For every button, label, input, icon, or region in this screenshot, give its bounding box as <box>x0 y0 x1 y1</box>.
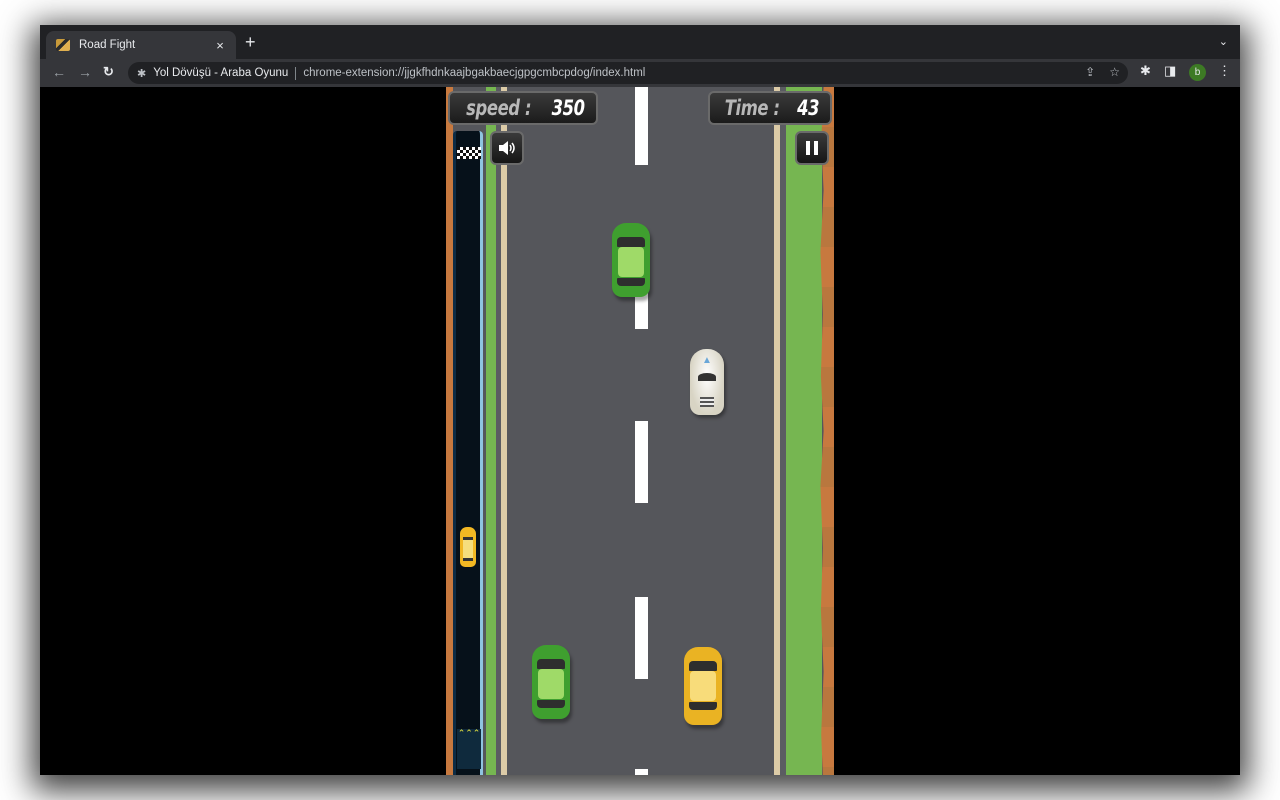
rear-window <box>537 700 565 708</box>
reload-icon[interactable]: ↻ <box>103 63 114 81</box>
car-roof <box>690 671 716 701</box>
lane-dash <box>635 87 648 165</box>
tab-strip: Road Fight × + ⌄ <box>40 25 1240 59</box>
tab-road-fight[interactable]: Road Fight × <box>46 31 236 59</box>
tab-search-chevron-icon[interactable]: ⌄ <box>1219 35 1228 48</box>
lane-dash <box>635 597 648 679</box>
tab-title: Road Fight <box>79 39 136 51</box>
browser-window: Road Fight × + ⌄ ← → ↻ ✱ Yol Dövüşü - Ar… <box>40 25 1240 775</box>
windshield <box>689 661 717 671</box>
new-tab-button[interactable]: + <box>245 33 256 51</box>
browser-toolbar: ← → ↻ ✱ Yol Dövüşü - Araba Oyunu chrome-… <box>40 59 1240 87</box>
url-text[interactable]: chrome-extension://jjgkfhdnkaajbgakbaecj… <box>303 67 645 79</box>
speed-display: speed : 350 <box>448 91 598 125</box>
rear-window <box>617 278 645 286</box>
enemy-car-green <box>532 645 570 719</box>
pause-icon <box>806 141 818 155</box>
side-panel-icon[interactable]: ◨ <box>1164 63 1176 79</box>
start-chevrons-icon: ⌃⌃⌃ <box>457 729 481 769</box>
profile-avatar[interactable]: b <box>1189 64 1206 81</box>
windshield <box>617 237 645 247</box>
minimap-player-marker <box>460 527 476 567</box>
rear-window <box>689 702 717 710</box>
time-display: Time : 43 <box>708 91 832 125</box>
extension-puzzle-icon: ✱ <box>137 67 147 80</box>
player-grille <box>700 397 714 407</box>
progress-minimap: ⌃⌃⌃ <box>453 131 483 775</box>
sound-toggle-button[interactable] <box>490 131 524 165</box>
car-roof <box>618 247 644 277</box>
time-label: Time : <box>725 96 780 120</box>
extensions-puzzle-icon[interactable]: ✱ <box>1140 63 1151 79</box>
lane-dash <box>635 421 648 503</box>
lane-dash <box>635 769 648 775</box>
browser-menu-icon[interactable]: ⋮ <box>1218 63 1231 79</box>
forward-arrow-icon[interactable]: → <box>78 63 92 81</box>
speed-label: speed : <box>465 96 531 120</box>
speed-value: 350 <box>551 96 585 120</box>
address-bar[interactable]: ✱ Yol Dövüşü - Araba Oyunu chrome-extens… <box>128 62 1128 84</box>
player-cockpit <box>698 373 716 381</box>
page-content: ⌃⌃⌃ ▲ speed : 350 Time : 43 <box>40 87 1240 775</box>
tab-close-icon[interactable]: × <box>212 38 228 53</box>
enemy-car-green <box>612 223 650 297</box>
player-emblem-icon: ▲ <box>702 355 712 366</box>
right-grass <box>786 87 822 775</box>
finish-flag-icon <box>457 147 481 159</box>
time-value: 43 <box>797 96 820 120</box>
back-arrow-icon[interactable]: ← <box>52 63 66 81</box>
enemy-car-yellow <box>684 647 722 725</box>
left-grass <box>486 87 496 775</box>
windshield <box>537 659 565 669</box>
game-canvas[interactable]: ⌃⌃⌃ ▲ speed : 350 Time : 43 <box>446 87 834 775</box>
car-roof <box>538 669 564 699</box>
pause-button[interactable] <box>795 131 829 165</box>
share-icon[interactable]: ⇪ <box>1085 65 1095 79</box>
site-name: Yol Dövüşü - Araba Oyunu <box>153 67 289 79</box>
left-dirt-edge <box>446 87 453 775</box>
left-road-edge-line <box>501 87 507 775</box>
player-car: ▲ <box>690 349 724 415</box>
speaker-icon <box>499 141 515 155</box>
omnibox-divider <box>295 66 297 80</box>
road-fight-favicon-icon <box>56 39 70 51</box>
bookmark-star-icon[interactable]: ☆ <box>1109 65 1120 79</box>
